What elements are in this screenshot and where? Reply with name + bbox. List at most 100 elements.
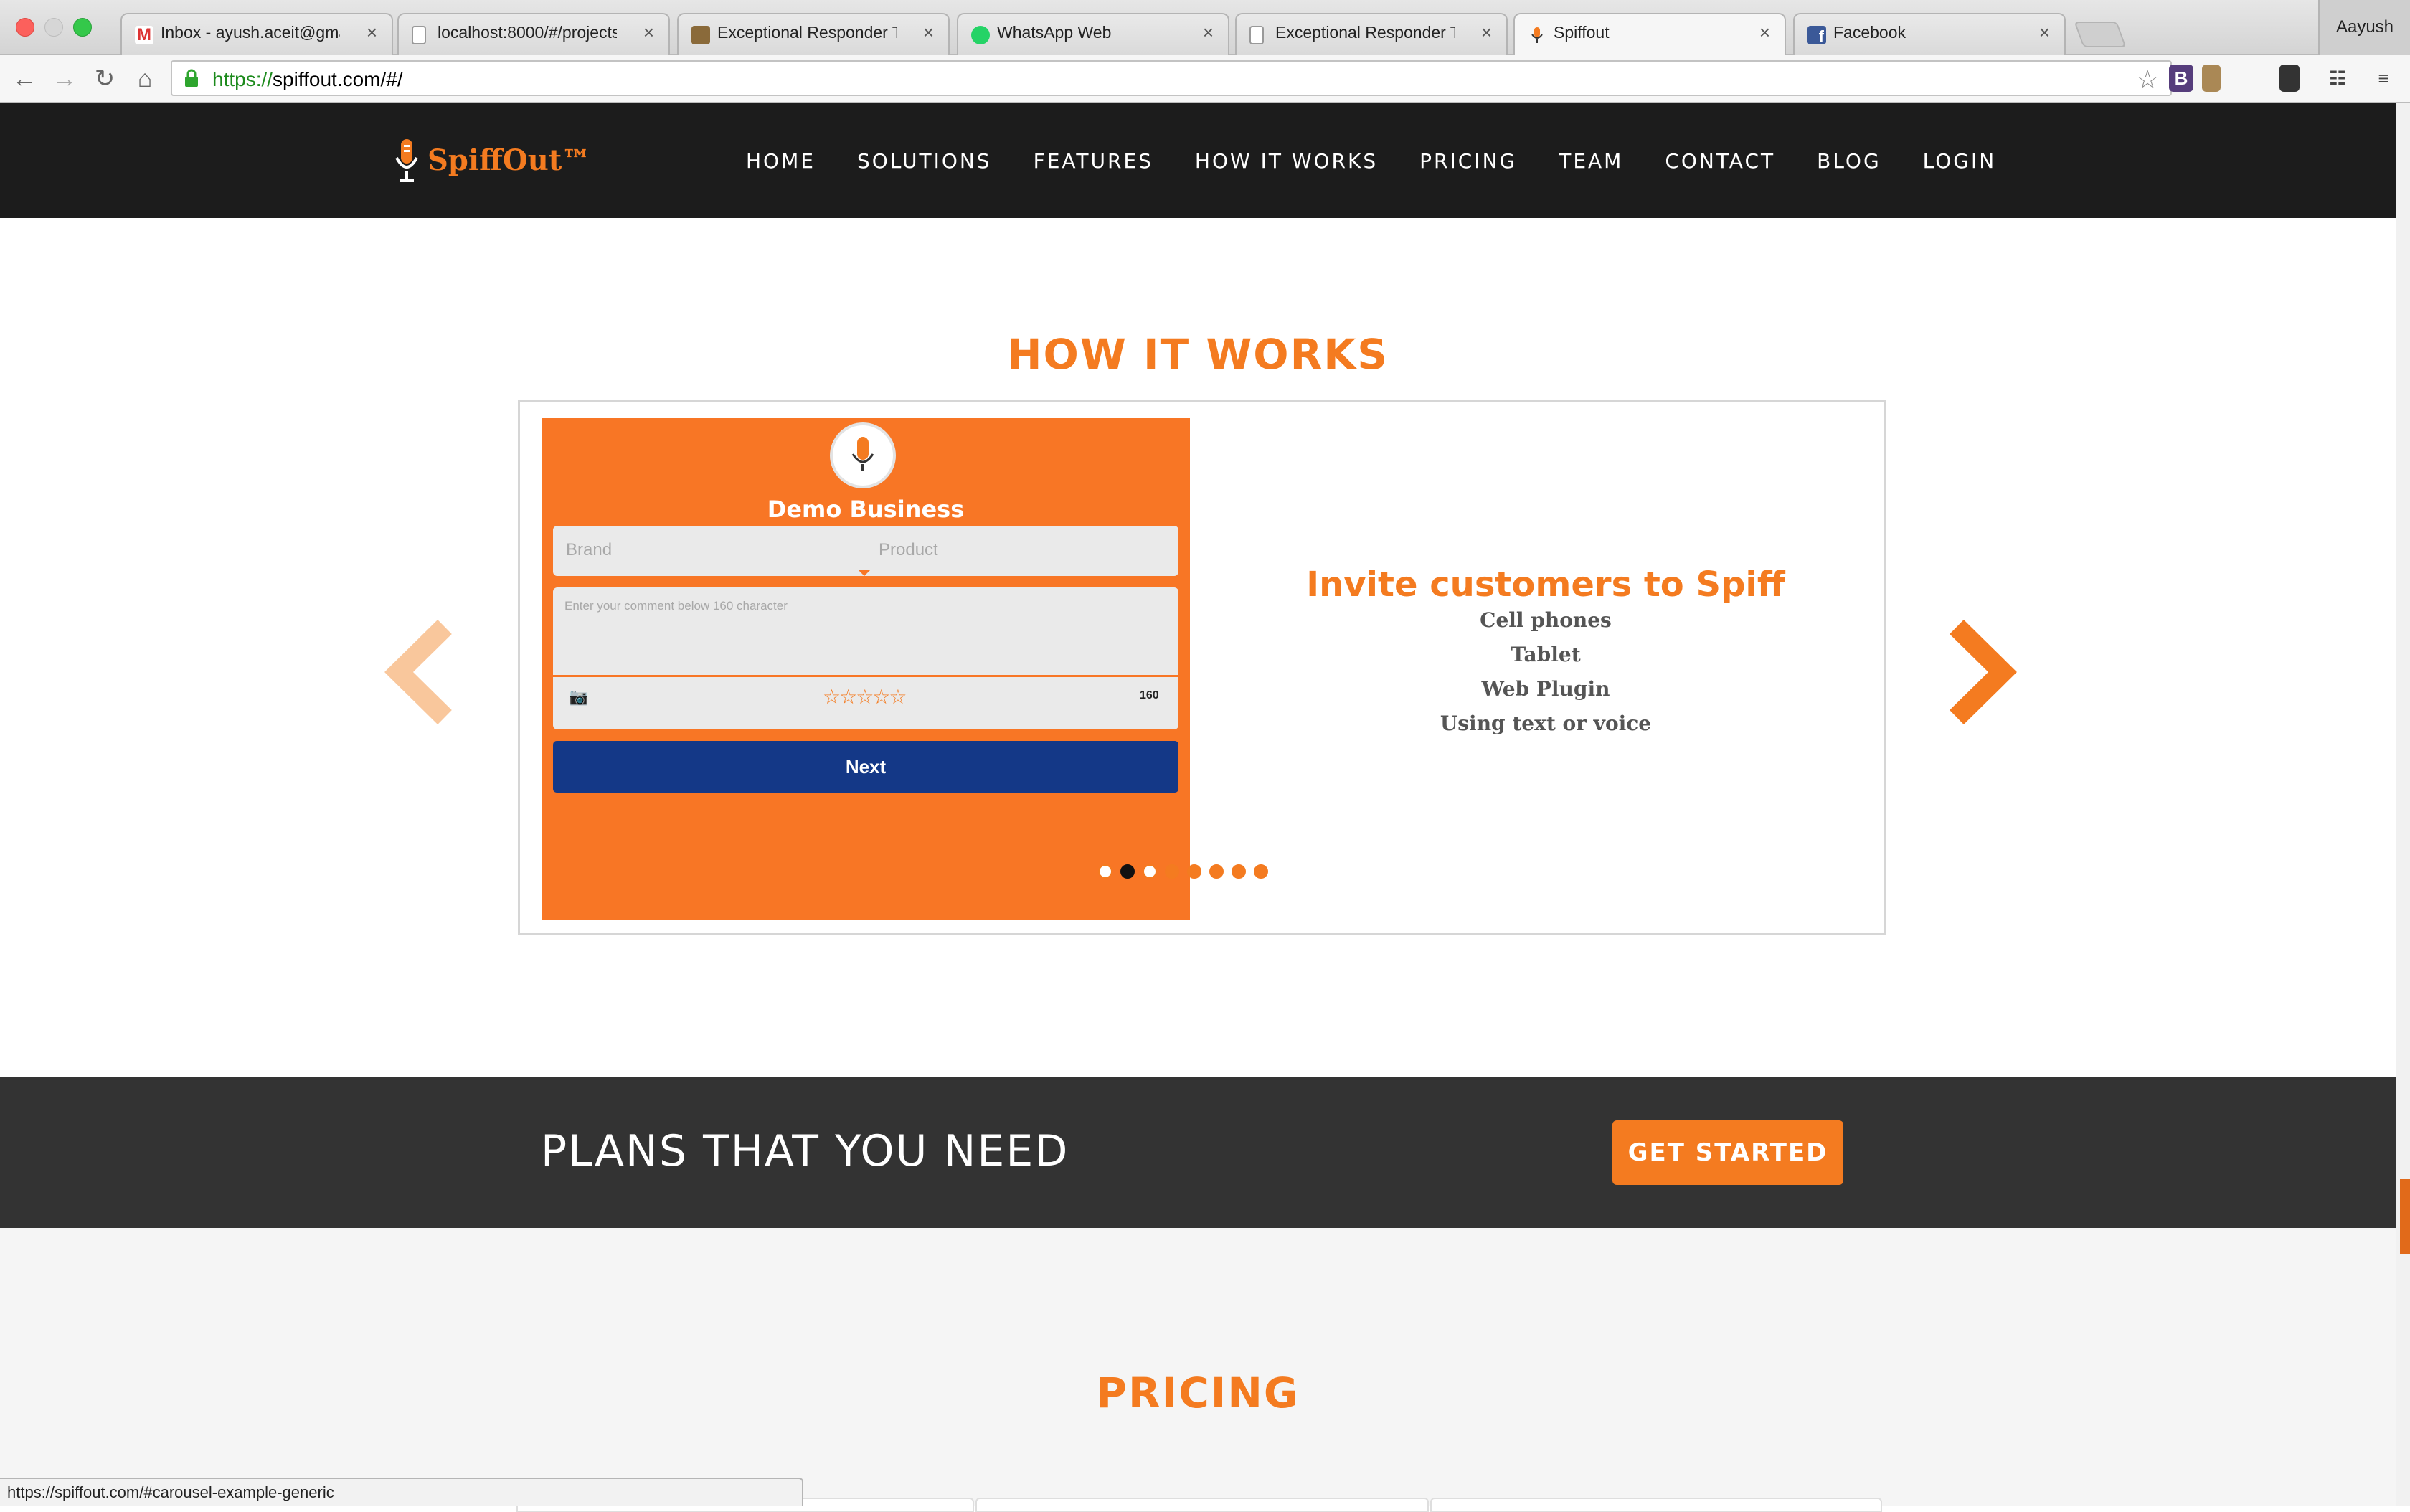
rating-stars[interactable]: ☆☆☆☆☆: [823, 685, 907, 709]
extension-icon[interactable]: [2202, 65, 2221, 92]
caret-icon: [859, 570, 870, 576]
extension-icon[interactable]: ☷: [2324, 65, 2351, 92]
main-nav: HOME SOLUTIONS FEATURES HOW IT WORKS PRI…: [746, 103, 2038, 218]
forward-icon[interactable]: →: [49, 63, 80, 95]
address-bar[interactable]: https://spiffout.com/#/ ☆: [171, 60, 2172, 96]
carousel-next-arrow-icon[interactable]: [1941, 618, 2020, 726]
close-tab-icon[interactable]: ×: [923, 22, 934, 44]
gmail-icon: M: [135, 26, 153, 44]
carousel-indicators: [1098, 864, 1276, 879]
site-header: SpiffOut™ HOME SOLUTIONS FEATURES HOW IT…: [0, 103, 2396, 218]
home-icon[interactable]: ⌂: [129, 63, 161, 95]
brand-product-field[interactable]: Brand Product: [553, 526, 1178, 576]
close-tab-icon[interactable]: ×: [2039, 22, 2050, 44]
carousel-indicator[interactable]: [1165, 864, 1179, 879]
reload-icon[interactable]: ↻: [89, 63, 120, 95]
new-tab-button[interactable]: [2074, 22, 2127, 47]
nav-login[interactable]: LOGIN: [1923, 149, 1997, 173]
close-tab-icon[interactable]: ×: [1759, 22, 1770, 44]
slide-title: Invite customers to Spiff: [1306, 564, 1785, 605]
pricing-card: [975, 1498, 1429, 1512]
url-text[interactable]: https://spiffout.com/#/: [212, 68, 403, 91]
nav-team[interactable]: TEAM: [1559, 149, 1623, 173]
pricing-title: PRICING: [1096, 1369, 1300, 1417]
next-button[interactable]: Next: [553, 741, 1178, 793]
close-window-button[interactable]: [16, 18, 34, 37]
char-count: 160: [1140, 689, 1159, 701]
bootstrap-extension-icon[interactable]: B: [2169, 65, 2193, 92]
business-name: Demo Business: [767, 496, 965, 523]
url-scheme: https://: [212, 68, 273, 90]
extension-icon[interactable]: [2279, 65, 2300, 92]
phone-mockup: Demo Business Brand Product Enter your c…: [542, 418, 1190, 920]
divider: [553, 675, 1178, 677]
page-scrollbar[interactable]: [2396, 103, 2410, 1506]
plans-heading: PLANS THAT YOU NEED: [541, 1126, 1069, 1176]
close-tab-icon[interactable]: ×: [367, 22, 377, 44]
nav-how-it-works[interactable]: HOW IT WORKS: [1195, 149, 1378, 173]
tab-title: Spiffout: [1554, 23, 1610, 42]
close-tab-icon[interactable]: ×: [1203, 22, 1214, 44]
slide-feature-item: Using text or voice: [1440, 712, 1652, 735]
product-placeholder: Product: [879, 540, 938, 559]
url-path: spiffout.com/#/: [273, 68, 403, 90]
comment-field[interactable]: Enter your comment below 160 character 📷…: [553, 587, 1178, 729]
nav-solutions[interactable]: SOLUTIONS: [857, 149, 992, 173]
browser-tab[interactable]: f Facebook ×: [1793, 13, 2066, 55]
back-icon[interactable]: ←: [9, 63, 40, 95]
tab-title: WhatsApp Web: [997, 23, 1112, 42]
carousel-indicator[interactable]: [1143, 864, 1157, 879]
tab-title: Facebook: [1833, 23, 1906, 42]
how-it-works-carousel: Demo Business Brand Product Enter your c…: [518, 400, 1886, 935]
carousel-indicator[interactable]: [1232, 864, 1246, 879]
browser-tab[interactable]: WhatsApp Web ×: [957, 13, 1229, 55]
slide-feature-item: Tablet: [1511, 643, 1581, 666]
carousel-indicator[interactable]: [1254, 864, 1268, 879]
nav-contact[interactable]: CONTACT: [1665, 149, 1775, 173]
browser-tab[interactable]: M Inbox - ayush.aceit@gmail. ×: [120, 13, 393, 55]
comment-placeholder: Enter your comment below 160 character: [564, 599, 788, 613]
slide-feature-item: Cell phones: [1480, 608, 1612, 632]
nav-blog[interactable]: BLOG: [1817, 149, 1881, 173]
nav-features[interactable]: FEATURES: [1034, 149, 1153, 173]
close-tab-icon[interactable]: ×: [643, 22, 654, 44]
tab-title: Exceptional Responder Too: [1275, 23, 1455, 42]
pricing-card: [1430, 1498, 1882, 1512]
tab-title: Exceptional Responder Too: [717, 23, 897, 42]
carousel-indicator[interactable]: [1209, 864, 1224, 879]
profile-button[interactable]: Aayush: [2318, 0, 2410, 55]
browser-chrome: M Inbox - ayush.aceit@gmail. × localhost…: [0, 0, 2410, 103]
plans-banner: PLANS THAT YOU NEED GET STARTED: [0, 1077, 2396, 1228]
carousel-prev-arrow-icon[interactable]: [382, 618, 460, 726]
side-tab[interactable]: [2400, 1179, 2410, 1254]
nav-pricing[interactable]: PRICING: [1419, 149, 1517, 173]
image-icon: [691, 26, 710, 44]
carousel-indicator[interactable]: [1187, 864, 1201, 879]
carousel-indicator-active[interactable]: [1120, 864, 1135, 879]
zoom-window-button[interactable]: [73, 18, 92, 37]
browser-tab-active[interactable]: Spiffout ×: [1513, 13, 1786, 56]
minimize-window-button[interactable]: [44, 18, 63, 37]
browser-toolbar: ← → ↻ ⌂ https://spiffout.com/#/ ☆ B ☷ ≡: [0, 55, 2410, 103]
tab-title: localhost:8000/#/projects/: [438, 23, 617, 42]
lock-icon: [185, 69, 198, 87]
get-started-button[interactable]: GET STARTED: [1612, 1120, 1843, 1185]
menu-icon[interactable]: ≡: [2370, 65, 2397, 92]
slide-feature-item: Web Plugin: [1481, 677, 1610, 701]
spiffout-mic-icon: [1528, 26, 1546, 44]
microphone-icon: [395, 139, 418, 182]
nav-home[interactable]: HOME: [746, 149, 816, 173]
tab-strip: M Inbox - ayush.aceit@gmail. × localhost…: [0, 0, 2410, 56]
browser-tab[interactable]: Exceptional Responder Too ×: [1235, 13, 1508, 55]
whatsapp-icon: [971, 26, 990, 44]
brand-placeholder: Brand: [566, 540, 613, 559]
facebook-icon: f: [1808, 26, 1826, 45]
carousel-indicator[interactable]: [1098, 864, 1112, 879]
camera-icon[interactable]: 📷: [569, 688, 588, 707]
status-bar: https://spiffout.com/#carousel-example-g…: [0, 1478, 803, 1506]
close-tab-icon[interactable]: ×: [1481, 22, 1492, 44]
business-avatar: [830, 422, 896, 488]
bookmark-star-icon[interactable]: ☆: [2136, 65, 2159, 95]
browser-tab[interactable]: Exceptional Responder Too ×: [677, 13, 950, 55]
browser-tab[interactable]: localhost:8000/#/projects/ ×: [397, 13, 670, 55]
